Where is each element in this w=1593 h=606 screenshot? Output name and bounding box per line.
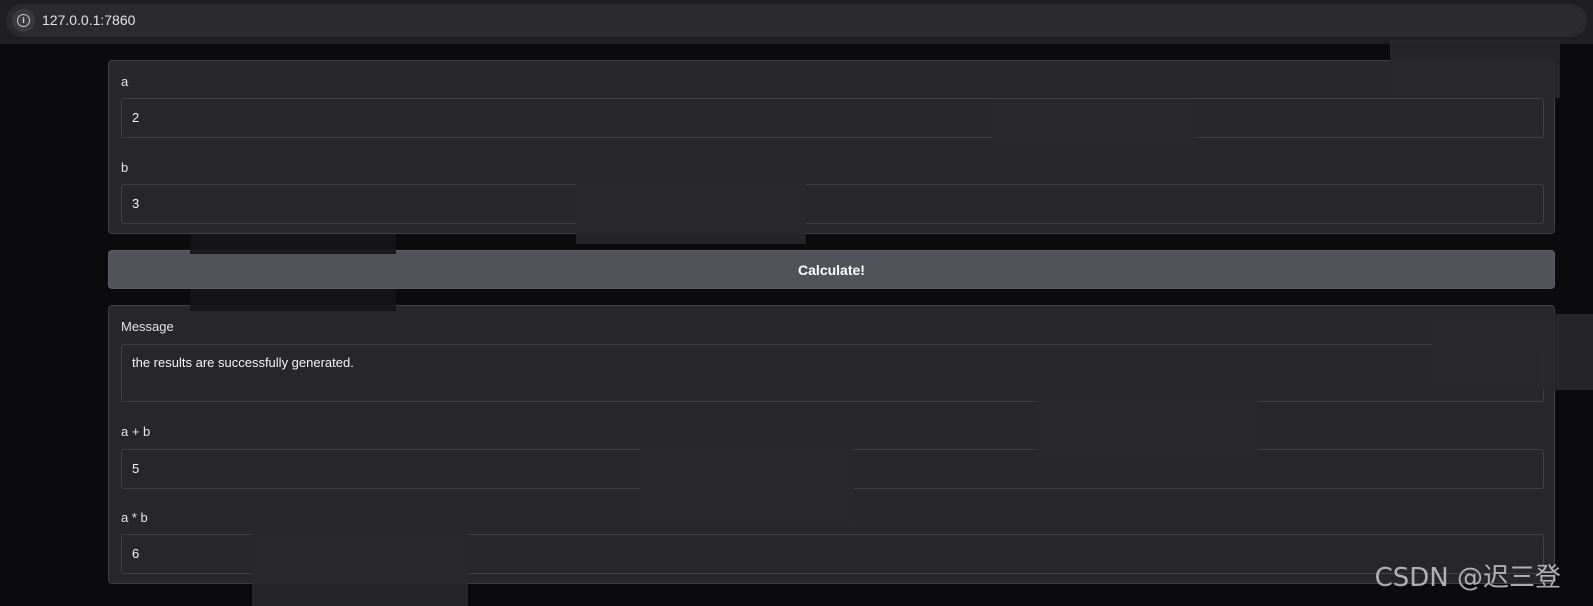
b-input[interactable]: 3 (121, 184, 1544, 224)
message-label: Message (121, 319, 174, 334)
redaction-block (576, 180, 806, 244)
redaction-block (190, 289, 396, 311)
app-page: a 2 b 3 Calculate! Message the results a… (0, 40, 1593, 606)
address-bar[interactable]: i 127.0.0.1:7860 (6, 4, 1587, 37)
inputs-panel: a 2 b 3 (108, 60, 1555, 234)
b-label: b (121, 160, 129, 175)
redaction-block (190, 234, 396, 254)
product-label: a * b (121, 510, 148, 525)
calculate-button[interactable]: Calculate! (108, 250, 1555, 289)
info-icon: i (17, 14, 30, 27)
redaction-block (1390, 40, 1560, 98)
a-input[interactable]: 2 (121, 98, 1544, 138)
message-output[interactable]: the results are successfully generated. (121, 344, 1544, 402)
url-text[interactable]: 127.0.0.1:7860 (42, 12, 135, 28)
site-info-button[interactable]: i (12, 9, 35, 32)
redaction-block (992, 100, 1196, 144)
sum-label: a + b (121, 424, 151, 439)
redaction-block (1432, 314, 1593, 390)
redaction-block (1036, 400, 1258, 458)
redaction-block (640, 448, 854, 522)
watermark: CSDN @迟三登 (1374, 563, 1561, 593)
redaction-block (252, 534, 468, 606)
browser-toolbar: i 127.0.0.1:7860 (0, 0, 1593, 44)
a-label: a (121, 74, 129, 89)
